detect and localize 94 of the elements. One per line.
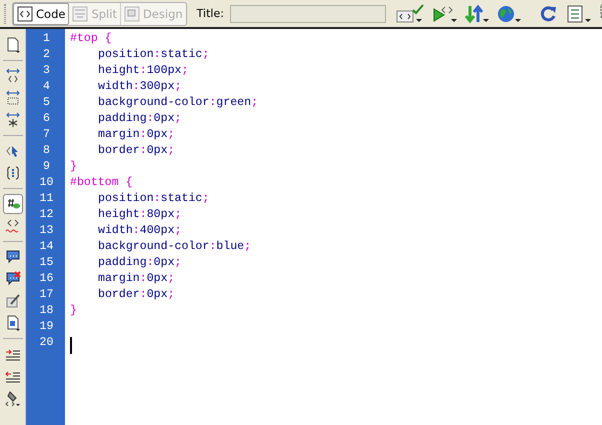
line-number: 5 <box>42 96 51 108</box>
punctuation: ; <box>251 96 258 108</box>
property-name: padding <box>98 256 147 268</box>
punctuation: : <box>209 96 216 108</box>
line-number: 1 <box>42 32 51 44</box>
punctuation: : <box>140 128 147 140</box>
design-view-icon <box>124 6 140 22</box>
title-field[interactable] <box>230 4 386 22</box>
line-number: 3 <box>42 64 51 76</box>
property-value: 100px <box>146 64 182 76</box>
property-name: position <box>98 192 154 204</box>
punctuation: : <box>154 48 161 60</box>
globe-icon[interactable] <box>496 4 522 24</box>
title-label: Title: <box>196 7 224 20</box>
property-value: blue <box>216 240 244 252</box>
punctuation: : <box>132 80 140 92</box>
property-name: padding <box>98 112 147 124</box>
property-name: width <box>98 80 133 92</box>
selector-text: } <box>70 160 77 172</box>
punctuation: : <box>140 64 147 76</box>
line-number: 9 <box>42 160 51 172</box>
property-value: green <box>216 96 252 108</box>
punctuation: : <box>146 112 154 124</box>
punctuation: ; <box>202 48 210 60</box>
punctuation: ; <box>174 112 182 124</box>
line-number: 2 <box>42 48 51 60</box>
punctuation: : <box>146 256 154 268</box>
code-view-icon <box>17 6 33 22</box>
property-value: 0px <box>146 128 168 140</box>
property-name: margin <box>98 128 140 140</box>
selector-text: } <box>70 304 77 316</box>
punctuation: : <box>209 240 216 252</box>
punctuation: : <box>140 288 147 300</box>
property-name: position <box>98 48 154 60</box>
punctuation: ; <box>182 64 188 76</box>
preview-icon[interactable] <box>432 4 458 24</box>
line-number: 20 <box>38 336 54 348</box>
selector-text: #top { <box>70 32 112 44</box>
property-name: height <box>98 64 140 76</box>
property-value: 0px <box>154 112 175 124</box>
punctuation: : <box>140 272 147 284</box>
punctuation: ; <box>168 288 175 300</box>
view-button[interactable]: Design <box>120 2 186 24</box>
property-name: background-color <box>98 96 210 108</box>
punctuation: : <box>154 192 161 204</box>
property-name: margin <box>98 272 140 284</box>
line-number: 14 <box>38 240 54 252</box>
line-number: 17 <box>38 288 54 300</box>
line-number: 18 <box>38 304 54 316</box>
property-value: static <box>160 48 202 60</box>
line-number: 6 <box>42 112 51 124</box>
punctuation: ; <box>174 256 182 268</box>
property-name: width <box>98 224 133 236</box>
property-value: 400px <box>140 224 175 236</box>
punctuation: ; <box>174 224 182 236</box>
text-cursor <box>70 336 72 354</box>
punctuation: ; <box>174 208 182 220</box>
line-number: 7 <box>42 128 51 140</box>
line-number: 16 <box>38 272 54 284</box>
line-number: 10 <box>38 176 54 188</box>
punctuation: ; <box>174 80 182 92</box>
punctuation: : <box>140 144 147 156</box>
validate-icon[interactable] <box>396 4 426 24</box>
punctuation: ; <box>168 128 175 140</box>
line-number: 15 <box>38 256 54 268</box>
line-number: 4 <box>42 80 51 92</box>
list-icon[interactable] <box>566 4 592 24</box>
punctuation: ; <box>244 240 252 252</box>
line-number: 11 <box>38 192 54 204</box>
punctuation: ; <box>202 192 210 204</box>
selector-text: #bottom { <box>70 176 133 188</box>
property-name: background-color <box>98 240 210 252</box>
punctuation: : <box>140 208 147 220</box>
line-number: 19 <box>38 320 54 332</box>
line-number: 12 <box>38 208 54 220</box>
view-button[interactable]: Split <box>69 2 121 24</box>
property-value: 0px <box>146 144 168 156</box>
line-number: 13 <box>38 224 54 236</box>
property-value: 0px <box>146 272 168 284</box>
property-name: border <box>98 288 140 300</box>
property-value: 300px <box>140 80 175 92</box>
property-value: 80px <box>146 208 175 220</box>
property-name: border <box>98 144 140 156</box>
property-name: height <box>98 208 140 220</box>
property-value: 0px <box>146 288 168 300</box>
view-button[interactable]: Code <box>13 2 70 24</box>
punctuation: ; <box>168 272 175 284</box>
property-value: 0px <box>154 256 175 268</box>
line-number: 8 <box>42 144 51 156</box>
punctuation: : <box>132 224 140 236</box>
up-down-arrows-icon[interactable] <box>464 4 490 24</box>
property-value: static <box>160 192 202 204</box>
split-view-icon <box>72 6 88 22</box>
punctuation: ; <box>168 144 175 156</box>
